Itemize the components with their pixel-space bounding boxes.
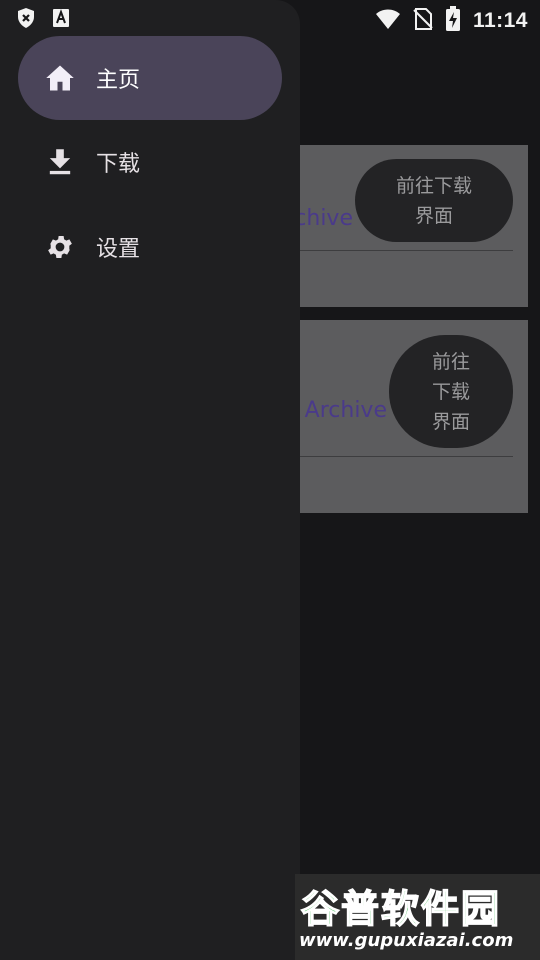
wifi-icon xyxy=(375,8,401,34)
drawer-item-download[interactable]: 下载 xyxy=(18,120,282,204)
home-icon xyxy=(44,62,76,94)
card-title: chive xyxy=(294,206,353,231)
go-to-download-button[interactable]: 前往 下载 界面 xyxy=(389,335,513,448)
drawer-item-label: 主页 xyxy=(96,68,141,93)
text-a-icon xyxy=(52,8,70,32)
watermark-title: 谷普软件园 xyxy=(300,886,502,932)
drawer-item-label: 设置 xyxy=(96,237,141,262)
watermark-logo: 谷普软件园 www.gupuxiazai.com xyxy=(295,874,540,960)
card-title: Archive xyxy=(304,398,387,423)
battery-charging-icon xyxy=(445,6,461,36)
drawer-item-home[interactable]: 主页 xyxy=(18,36,282,120)
no-sim-icon xyxy=(413,7,433,35)
button-label-line: 界面 xyxy=(431,410,470,433)
button-label-line: 下载 xyxy=(431,380,470,403)
download-icon xyxy=(44,146,76,178)
watermark-url: www.gupuxiazai.com xyxy=(299,930,514,951)
gear-icon xyxy=(44,231,76,263)
drawer-item-settings[interactable]: 设置 xyxy=(18,205,282,289)
button-label-line: 界面 xyxy=(414,204,453,227)
status-bar: 11:14 xyxy=(0,0,540,36)
shield-x-icon xyxy=(16,7,36,33)
status-time: 11:14 xyxy=(472,9,528,32)
drawer-item-label: 下载 xyxy=(96,152,141,177)
navigation-drawer: 主页 下载 设置 xyxy=(0,0,300,960)
button-label-line: 前往 xyxy=(431,350,470,373)
go-to-download-button[interactable]: 前往下载 界面 xyxy=(355,159,513,242)
button-label-line: 前往下载 xyxy=(395,174,472,197)
